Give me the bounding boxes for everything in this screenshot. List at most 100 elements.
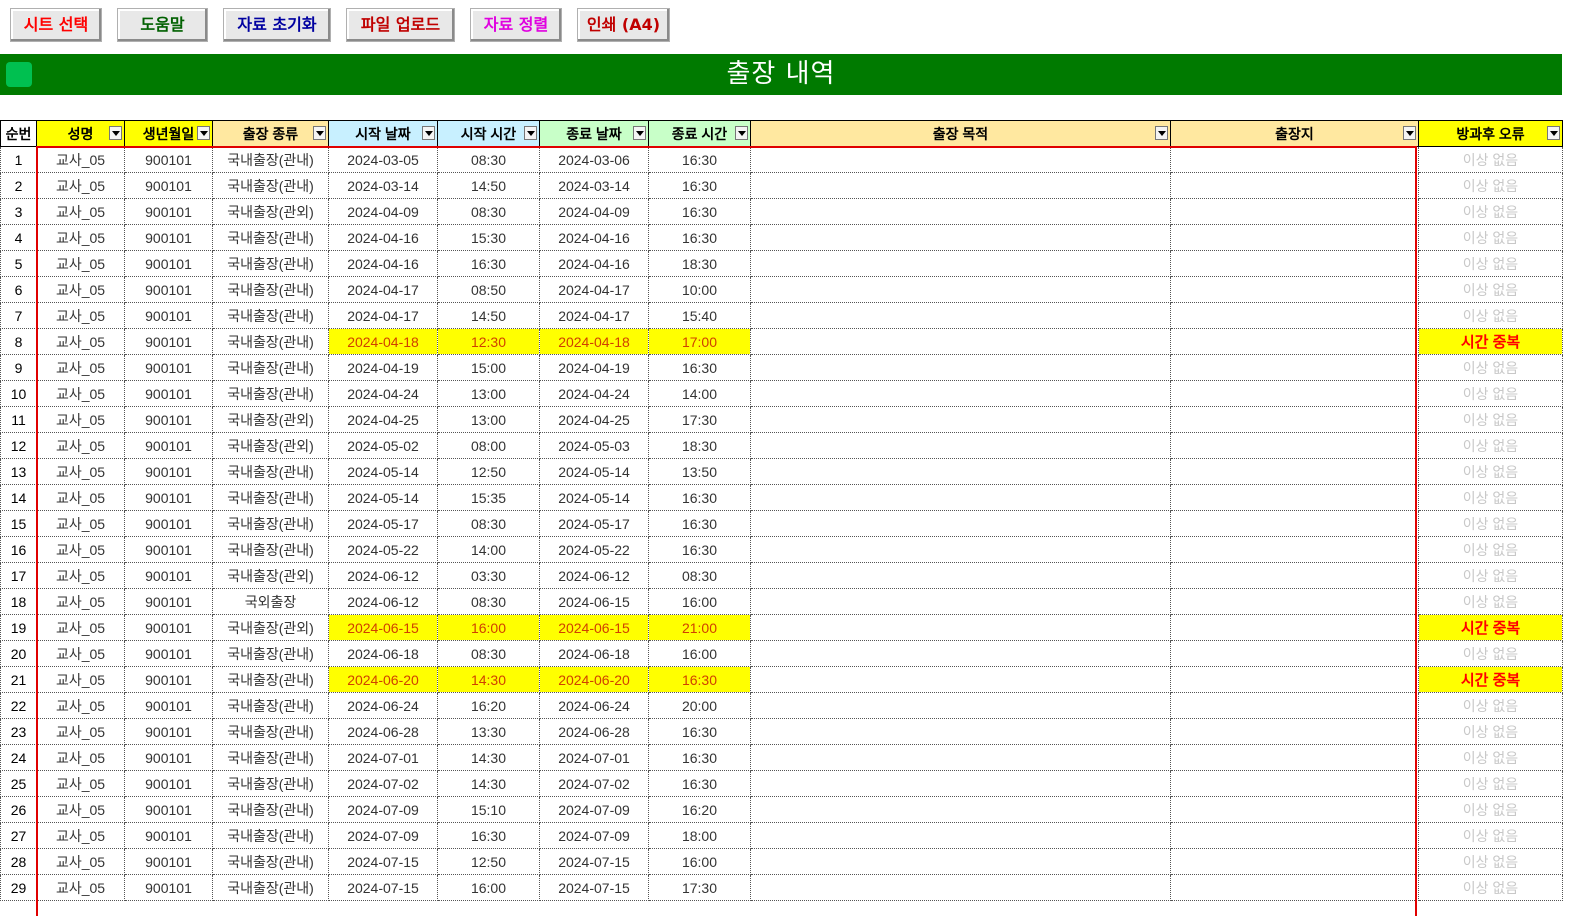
cell-name[interactable]: 교사_05 bbox=[36, 744, 125, 771]
cell-end-date[interactable]: 2024-06-18 bbox=[539, 640, 649, 667]
cell-start-time[interactable]: 14:30 bbox=[437, 744, 540, 771]
cell-birthdate[interactable]: 900101 bbox=[124, 796, 213, 823]
cell-birthdate[interactable]: 900101 bbox=[124, 510, 213, 537]
cell-place[interactable] bbox=[1170, 666, 1419, 693]
cell-birthdate[interactable]: 900101 bbox=[124, 198, 213, 225]
filter-dropdown-icon[interactable] bbox=[1403, 126, 1416, 140]
cell-birthdate[interactable]: 900101 bbox=[124, 588, 213, 615]
cell-purpose[interactable] bbox=[750, 172, 1171, 199]
cell-end-date[interactable]: 2024-04-16 bbox=[539, 250, 649, 277]
cell-no[interactable]: 12 bbox=[0, 432, 37, 459]
cell-start-time[interactable]: 13:30 bbox=[437, 718, 540, 745]
cell-start-time[interactable]: 08:30 bbox=[437, 588, 540, 615]
cell-end-date[interactable]: 2024-05-14 bbox=[539, 458, 649, 485]
cell-place[interactable] bbox=[1170, 328, 1419, 355]
cell-purpose[interactable] bbox=[750, 432, 1171, 459]
cell-no[interactable]: 23 bbox=[0, 718, 37, 745]
cell-name[interactable]: 교사_05 bbox=[36, 822, 125, 849]
cell-place[interactable] bbox=[1170, 484, 1419, 511]
cell-no[interactable]: 5 bbox=[0, 250, 37, 277]
sort-data-button[interactable]: 자료 정렬 bbox=[470, 8, 562, 42]
cell-birthdate[interactable]: 900101 bbox=[124, 302, 213, 329]
cell-end-time[interactable]: 13:50 bbox=[648, 458, 751, 485]
filter-dropdown-icon[interactable] bbox=[633, 126, 646, 140]
cell-no[interactable]: 4 bbox=[0, 224, 37, 251]
cell-afterschool-error[interactable]: 이상 없음 bbox=[1418, 562, 1563, 589]
cell-birthdate[interactable]: 900101 bbox=[124, 432, 213, 459]
cell-afterschool-error[interactable]: 시간 중복 bbox=[1418, 614, 1563, 641]
cell-trip-type[interactable]: 국내출장(관내) bbox=[212, 718, 329, 745]
cell-name[interactable]: 교사_05 bbox=[36, 276, 125, 303]
cell-name[interactable]: 교사_05 bbox=[36, 302, 125, 329]
cell-name[interactable]: 교사_05 bbox=[36, 640, 125, 667]
cell-end-date[interactable]: 2024-05-03 bbox=[539, 432, 649, 459]
cell-start-time[interactable]: 08:30 bbox=[437, 198, 540, 225]
cell-start-date[interactable]: 2024-04-16 bbox=[328, 250, 438, 277]
cell-place[interactable] bbox=[1170, 224, 1419, 251]
cell-birthdate[interactable]: 900101 bbox=[124, 874, 213, 901]
cell-place[interactable] bbox=[1170, 692, 1419, 719]
cell-no[interactable]: 19 bbox=[0, 614, 37, 641]
cell-no[interactable]: 11 bbox=[0, 406, 37, 433]
cell-afterschool-error[interactable]: 이상 없음 bbox=[1418, 458, 1563, 485]
cell-end-date[interactable]: 2024-05-22 bbox=[539, 536, 649, 563]
cell-trip-type[interactable]: 국내출장(관내) bbox=[212, 744, 329, 771]
cell-purpose[interactable] bbox=[750, 562, 1171, 589]
cell-place[interactable] bbox=[1170, 822, 1419, 849]
cell-place[interactable] bbox=[1170, 770, 1419, 797]
cell-no[interactable]: 17 bbox=[0, 562, 37, 589]
cell-trip-type[interactable]: 국내출장(관내) bbox=[212, 510, 329, 537]
cell-afterschool-error[interactable]: 이상 없음 bbox=[1418, 588, 1563, 615]
cell-name[interactable]: 교사_05 bbox=[36, 718, 125, 745]
cell-place[interactable] bbox=[1170, 354, 1419, 381]
cell-end-date[interactable]: 2024-04-25 bbox=[539, 406, 649, 433]
cell-birthdate[interactable]: 900101 bbox=[124, 744, 213, 771]
cell-start-time[interactable]: 12:30 bbox=[437, 328, 540, 355]
cell-name[interactable]: 교사_05 bbox=[36, 406, 125, 433]
cell-end-time[interactable]: 16:00 bbox=[648, 848, 751, 875]
cell-trip-type[interactable]: 국내출장(관내) bbox=[212, 692, 329, 719]
cell-purpose[interactable] bbox=[750, 224, 1171, 251]
cell-afterschool-error[interactable]: 이상 없음 bbox=[1418, 302, 1563, 329]
cell-end-date[interactable]: 2024-04-18 bbox=[539, 328, 649, 355]
cell-name[interactable]: 교사_05 bbox=[36, 198, 125, 225]
cell-no[interactable]: 3 bbox=[0, 198, 37, 225]
cell-trip-type[interactable]: 국외출장 bbox=[212, 588, 329, 615]
cell-no[interactable]: 8 bbox=[0, 328, 37, 355]
cell-start-time[interactable]: 13:00 bbox=[437, 406, 540, 433]
cell-birthdate[interactable]: 900101 bbox=[124, 276, 213, 303]
cell-trip-type[interactable]: 국내출장(관내) bbox=[212, 250, 329, 277]
cell-birthdate[interactable]: 900101 bbox=[124, 380, 213, 407]
cell-birthdate[interactable]: 900101 bbox=[124, 458, 213, 485]
cell-end-time[interactable]: 17:00 bbox=[648, 328, 751, 355]
cell-end-time[interactable]: 16:30 bbox=[648, 744, 751, 771]
cell-start-time[interactable]: 08:30 bbox=[437, 146, 540, 173]
cell-trip-type[interactable]: 국내출장(관내) bbox=[212, 770, 329, 797]
cell-end-time[interactable]: 16:30 bbox=[648, 224, 751, 251]
cell-end-time[interactable]: 18:30 bbox=[648, 432, 751, 459]
cell-no[interactable]: 10 bbox=[0, 380, 37, 407]
cell-name[interactable]: 교사_05 bbox=[36, 510, 125, 537]
cell-purpose[interactable] bbox=[750, 250, 1171, 277]
cell-end-date[interactable]: 2024-04-16 bbox=[539, 224, 649, 251]
cell-start-date[interactable]: 2024-07-02 bbox=[328, 770, 438, 797]
cell-end-date[interactable]: 2024-07-09 bbox=[539, 796, 649, 823]
cell-afterschool-error[interactable]: 시간 중복 bbox=[1418, 666, 1563, 693]
cell-end-time[interactable]: 16:30 bbox=[648, 770, 751, 797]
cell-trip-type[interactable]: 국내출장(관내) bbox=[212, 328, 329, 355]
cell-birthdate[interactable]: 900101 bbox=[124, 666, 213, 693]
cell-start-date[interactable]: 2024-04-19 bbox=[328, 354, 438, 381]
cell-no[interactable]: 20 bbox=[0, 640, 37, 667]
cell-end-time[interactable]: 16:30 bbox=[648, 666, 751, 693]
cell-purpose[interactable] bbox=[750, 666, 1171, 693]
cell-trip-type[interactable]: 국내출장(관외) bbox=[212, 614, 329, 641]
cell-trip-type[interactable]: 국내출장(관내) bbox=[212, 484, 329, 511]
cell-end-time[interactable]: 17:30 bbox=[648, 874, 751, 901]
cell-start-date[interactable]: 2024-04-24 bbox=[328, 380, 438, 407]
cell-purpose[interactable] bbox=[750, 718, 1171, 745]
cell-place[interactable] bbox=[1170, 172, 1419, 199]
cell-start-date[interactable]: 2024-07-09 bbox=[328, 796, 438, 823]
cell-start-time[interactable]: 14:50 bbox=[437, 302, 540, 329]
cell-name[interactable]: 교사_05 bbox=[36, 588, 125, 615]
cell-trip-type[interactable]: 국내출장(관내) bbox=[212, 302, 329, 329]
